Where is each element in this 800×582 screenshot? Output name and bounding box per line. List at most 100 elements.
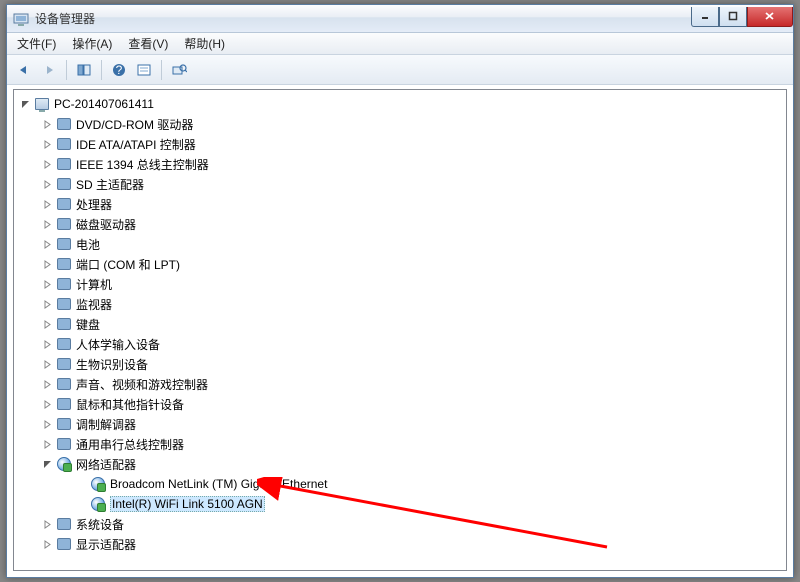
collapse-icon[interactable] xyxy=(20,99,31,110)
tree-item-label: 计算机 xyxy=(76,276,112,293)
tree-row[interactable]: 监视器 xyxy=(16,294,784,314)
tree-item-label: 人体学输入设备 xyxy=(76,336,160,353)
properties-button[interactable] xyxy=(133,59,155,81)
expand-icon[interactable] xyxy=(42,359,53,370)
back-button[interactable] xyxy=(13,59,35,81)
device-manager-window: 设备管理器 文件(F) 操作(A) 查看(V) 帮助(H) ? PC-20140… xyxy=(6,4,794,578)
tree-row[interactable]: IEEE 1394 总线主控制器 xyxy=(16,154,784,174)
tree-row[interactable]: 磁盘驱动器 xyxy=(16,214,784,234)
tree-item-label: 调制解调器 xyxy=(76,416,136,433)
tree-item-label: 通用串行总线控制器 xyxy=(76,436,184,453)
toolbar: ? xyxy=(7,55,793,85)
tree-row[interactable]: 端口 (COM 和 LPT) xyxy=(16,254,784,274)
sound-icon xyxy=(56,376,72,392)
expand-icon[interactable] xyxy=(42,219,53,230)
tree-item-label: SD 主适配器 xyxy=(76,176,144,193)
tree-row[interactable]: Broadcom NetLink (TM) Gigabit Ethernet xyxy=(16,474,784,494)
tree-item-label: 生物识别设备 xyxy=(76,356,148,373)
tree-item-label: 端口 (COM 和 LPT) xyxy=(76,256,180,273)
tree-item-label: Broadcom NetLink (TM) Gigabit Ethernet xyxy=(110,477,327,491)
expand-icon[interactable] xyxy=(42,519,53,530)
maximize-button[interactable] xyxy=(719,7,747,27)
expand-icon[interactable] xyxy=(42,179,53,190)
tree-row[interactable]: 处理器 xyxy=(16,194,784,214)
window-title: 设备管理器 xyxy=(35,10,691,27)
tree-row[interactable]: 电池 xyxy=(16,234,784,254)
expand-icon[interactable] xyxy=(42,239,53,250)
tree-row[interactable]: 生物识别设备 xyxy=(16,354,784,374)
menubar: 文件(F) 操作(A) 查看(V) 帮助(H) xyxy=(7,33,793,55)
menu-help[interactable]: 帮助(H) xyxy=(178,33,231,54)
keyboard-icon xyxy=(56,316,72,332)
expand-icon[interactable] xyxy=(42,299,53,310)
hid-icon xyxy=(56,336,72,352)
expand-icon[interactable] xyxy=(42,159,53,170)
window-controls xyxy=(691,7,793,27)
expand-icon[interactable] xyxy=(42,419,53,430)
device-tree-pane[interactable]: PC-201407061411 DVD/CD-ROM 驱动器IDE ATA/ATA… xyxy=(13,89,787,571)
menu-action[interactable]: 操作(A) xyxy=(66,33,118,54)
expand-icon[interactable] xyxy=(42,379,53,390)
tree-item-label: 电池 xyxy=(76,236,100,253)
modem-icon xyxy=(56,416,72,432)
cpu-icon xyxy=(56,196,72,212)
tree-row[interactable]: IDE ATA/ATAPI 控制器 xyxy=(16,134,784,154)
battery-icon xyxy=(56,236,72,252)
show-hide-tree-button[interactable] xyxy=(73,59,95,81)
expand-icon[interactable] xyxy=(42,259,53,270)
tree-item-label: 键盘 xyxy=(76,316,100,333)
toolbar-separator xyxy=(101,60,102,80)
expand-icon[interactable] xyxy=(42,539,53,550)
menu-file[interactable]: 文件(F) xyxy=(11,33,62,54)
expand-icon[interactable] xyxy=(42,319,53,330)
expand-icon[interactable] xyxy=(42,279,53,290)
tree-row[interactable]: 鼠标和其他指针设备 xyxy=(16,394,784,414)
tree-row[interactable]: 网络适配器 xyxy=(16,454,784,474)
tree-row[interactable]: 调制解调器 xyxy=(16,414,784,434)
minimize-button[interactable] xyxy=(691,7,719,27)
expand-icon[interactable] xyxy=(42,139,53,150)
computer-icon xyxy=(56,276,72,292)
tree-row[interactable]: DVD/CD-ROM 驱动器 xyxy=(16,114,784,134)
expand-icon[interactable] xyxy=(42,399,53,410)
forward-button[interactable] xyxy=(38,59,60,81)
menu-view[interactable]: 查看(V) xyxy=(122,33,174,54)
svg-text:?: ? xyxy=(116,63,123,77)
scan-hardware-button[interactable] xyxy=(168,59,190,81)
system-icon xyxy=(56,516,72,532)
port-icon xyxy=(56,256,72,272)
1394-icon xyxy=(56,156,72,172)
sd-icon xyxy=(56,176,72,192)
titlebar[interactable]: 设备管理器 xyxy=(7,5,793,33)
netadapter-icon xyxy=(90,476,106,492)
expand-icon[interactable] xyxy=(42,119,53,130)
tree-row[interactable]: 系统设备 xyxy=(16,514,784,534)
collapse-icon[interactable] xyxy=(42,459,53,470)
disk-icon xyxy=(56,216,72,232)
expand-icon[interactable] xyxy=(42,199,53,210)
tree-row[interactable]: Intel(R) WiFi Link 5100 AGN xyxy=(16,494,784,514)
toolbar-separator xyxy=(161,60,162,80)
tree-row[interactable]: PC-201407061411 xyxy=(16,94,784,114)
tree-item-label: 显示适配器 xyxy=(76,536,136,553)
tree-item-label: Intel(R) WiFi Link 5100 AGN xyxy=(110,496,265,512)
tree-row[interactable]: 键盘 xyxy=(16,314,784,334)
tree-item-label: 网络适配器 xyxy=(76,456,136,473)
computer-root-icon xyxy=(34,96,50,112)
close-button[interactable] xyxy=(747,7,793,27)
tree-item-label: 系统设备 xyxy=(76,516,124,533)
mouse-icon xyxy=(56,396,72,412)
expand-icon[interactable] xyxy=(42,439,53,450)
tree-item-label: 监视器 xyxy=(76,296,112,313)
usb-icon xyxy=(56,436,72,452)
tree-row[interactable]: 计算机 xyxy=(16,274,784,294)
expand-icon[interactable] xyxy=(42,339,53,350)
tree-row[interactable]: SD 主适配器 xyxy=(16,174,784,194)
tree-row[interactable]: 人体学输入设备 xyxy=(16,334,784,354)
tree-item-label: PC-201407061411 xyxy=(54,97,154,111)
help-button[interactable]: ? xyxy=(108,59,130,81)
tree-item-label: IEEE 1394 总线主控制器 xyxy=(76,156,209,173)
tree-row[interactable]: 显示适配器 xyxy=(16,534,784,554)
tree-row[interactable]: 声音、视频和游戏控制器 xyxy=(16,374,784,394)
tree-row[interactable]: 通用串行总线控制器 xyxy=(16,434,784,454)
